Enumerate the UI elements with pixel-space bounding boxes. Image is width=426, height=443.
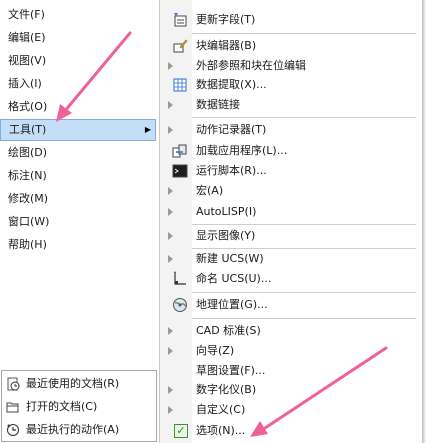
recent-documents-label: 最近使用的文档(R) <box>26 377 120 390</box>
submenu-item-run-script[interactable]: 运行脚本(R)... <box>160 160 422 182</box>
submenu-item-macro[interactable]: 宏(A) <box>160 180 422 202</box>
menu-window-label: 窗口(W) <box>8 215 50 228</box>
submenu-item-cad-standards[interactable]: CAD 标准(S) <box>160 320 422 342</box>
menu-window[interactable]: 窗口(W) <box>0 211 156 233</box>
menu-format-label: 格式(O) <box>8 100 48 113</box>
submenu-separator <box>192 33 416 34</box>
submenu-triangle-icon <box>168 406 173 414</box>
submenu-item-data-extraction[interactable]: 数据提取(X)... <box>160 74 422 96</box>
menu-insert-label: 插入(I) <box>8 77 42 90</box>
block-editor-icon <box>173 39 188 53</box>
named-ucs-label: 命名 UCS(U)... <box>196 272 272 285</box>
submenu-arrow-icon: ▶ <box>144 125 151 134</box>
update-field-label: 更新字段(T) <box>196 13 256 26</box>
menu-edit-label: 编辑(E) <box>8 31 46 44</box>
open-documents-item[interactable]: 打开的文档(C) <box>2 396 156 418</box>
recent-actions-item[interactable]: 最近执行的动作(A) <box>2 419 156 441</box>
submenu-triangle-icon <box>168 232 173 240</box>
submenu-triangle-icon <box>168 187 173 195</box>
new-ucs-label: 新建 UCS(W) <box>196 252 264 265</box>
macro-label: 宏(A) <box>196 184 224 197</box>
submenu-item-wizards[interactable]: 向导(Z) <box>160 340 422 362</box>
menu-modify-label: 修改(M) <box>8 192 49 205</box>
menu-insert[interactable]: 插入(I) <box>0 73 156 95</box>
tools-submenu: 更新字段(T) 块编辑器(B) 外部参照和块在位编辑 数据提取(X)... 数据… <box>159 0 426 443</box>
submenu-separator <box>192 117 416 118</box>
submenu-triangle-icon <box>168 386 173 394</box>
recent-documents-item[interactable]: 最近使用的文档(R) <box>2 373 156 395</box>
submenu-item-load-application[interactable]: 加载应用程序(L)... <box>160 140 422 162</box>
menu-modify[interactable]: 修改(M) <box>0 188 156 210</box>
load-application-icon <box>172 144 187 158</box>
load-application-label: 加载应用程序(L)... <box>196 144 288 157</box>
submenu-triangle-icon <box>168 208 173 216</box>
menu-help-label: 帮助(H) <box>8 238 47 251</box>
data-extraction-label: 数据提取(X)... <box>196 78 267 91</box>
menu-view-label: 视图(V) <box>8 54 47 67</box>
menu-file-label: 文件(F) <box>8 8 45 21</box>
menu-file[interactable]: 文件(F) <box>0 4 156 26</box>
update-field-icon <box>174 13 187 27</box>
customize-label: 自定义(C) <box>196 403 246 416</box>
main-menu-bar: 文件(F) 编辑(E) 视图(V) 插入(I) 格式(O) 工具(T) ▶ 绘图(… <box>0 0 160 264</box>
submenu-item-display-image[interactable]: 显示图像(Y) <box>160 225 422 247</box>
menu-dimension[interactable]: 标注(N) <box>0 165 156 187</box>
recent-panel: 最近使用的文档(R) 打开的文档(C) 最近执行的动作(A) <box>1 370 157 442</box>
geolocation-icon <box>173 298 187 312</box>
submenu-item-block-editor[interactable]: 块编辑器(B) <box>160 35 422 57</box>
submenu-item-tablet[interactable]: 数字化仪(B) <box>160 379 422 401</box>
open-documents-icon <box>6 402 19 413</box>
action-recorder-label: 动作记录器(T) <box>196 123 267 136</box>
options-check-icon: ✓ <box>174 424 188 438</box>
submenu-item-data-link[interactable]: 数据链接 <box>160 94 422 116</box>
submenu-item-action-recorder[interactable]: 动作记录器(T) <box>160 119 422 141</box>
submenu-triangle-icon <box>168 101 173 109</box>
submenu-triangle-icon <box>168 327 173 335</box>
submenu-triangle-icon <box>168 62 173 70</box>
submenu-triangle-icon <box>168 255 173 263</box>
cad-standards-label: CAD 标准(S) <box>196 324 261 337</box>
submenu-separator <box>192 292 416 293</box>
tablet-label: 数字化仪(B) <box>196 383 257 396</box>
geolocation-label: 地理位置(G)... <box>196 298 268 311</box>
submenu-item-named-ucs[interactable]: 命名 UCS(U)... <box>160 268 422 290</box>
submenu-item-customize[interactable]: 自定义(C) <box>160 399 422 421</box>
menu-format[interactable]: 格式(O) <box>0 96 156 118</box>
open-documents-label: 打开的文档(C) <box>26 400 98 413</box>
menu-tools-label: 工具(T) <box>9 123 47 136</box>
block-editor-label: 块编辑器(B) <box>196 39 257 52</box>
data-extraction-icon <box>173 78 187 92</box>
menu-draw[interactable]: 绘图(D) <box>0 142 156 164</box>
submenu-separator <box>192 318 416 319</box>
submenu-item-geolocation[interactable]: 地理位置(G)... <box>160 294 422 316</box>
recent-documents-icon <box>7 377 20 391</box>
menu-tools[interactable]: 工具(T) ▶ <box>0 119 156 141</box>
options-label: 选项(N)... <box>196 424 246 437</box>
submenu-triangle-icon <box>168 126 173 134</box>
autolisp-label: AutoLISP(I) <box>196 205 257 218</box>
run-script-icon <box>172 164 188 178</box>
menu-dimension-label: 标注(N) <box>8 169 47 182</box>
menu-draw-label: 绘图(D) <box>8 146 48 159</box>
named-ucs-icon <box>174 271 186 285</box>
run-script-label: 运行脚本(R)... <box>196 164 267 177</box>
submenu-item-update-field[interactable]: 更新字段(T) <box>160 9 422 31</box>
recent-actions-icon <box>7 424 19 436</box>
wizards-label: 向导(Z) <box>196 344 235 357</box>
data-link-label: 数据链接 <box>196 98 240 111</box>
menu-view[interactable]: 视图(V) <box>0 50 156 72</box>
menu-edit[interactable]: 编辑(E) <box>0 27 156 49</box>
submenu-item-new-ucs[interactable]: 新建 UCS(W) <box>160 248 422 270</box>
submenu-item-options[interactable]: ✓ 选项(N)... <box>160 420 422 442</box>
submenu-item-autolisp[interactable]: AutoLISP(I) <box>160 201 422 223</box>
submenu-shadow <box>422 0 426 443</box>
display-image-label: 显示图像(Y) <box>196 229 256 242</box>
menu-help[interactable]: 帮助(H) <box>0 234 156 256</box>
recent-actions-label: 最近执行的动作(A) <box>26 423 120 436</box>
submenu-triangle-icon <box>168 347 173 355</box>
